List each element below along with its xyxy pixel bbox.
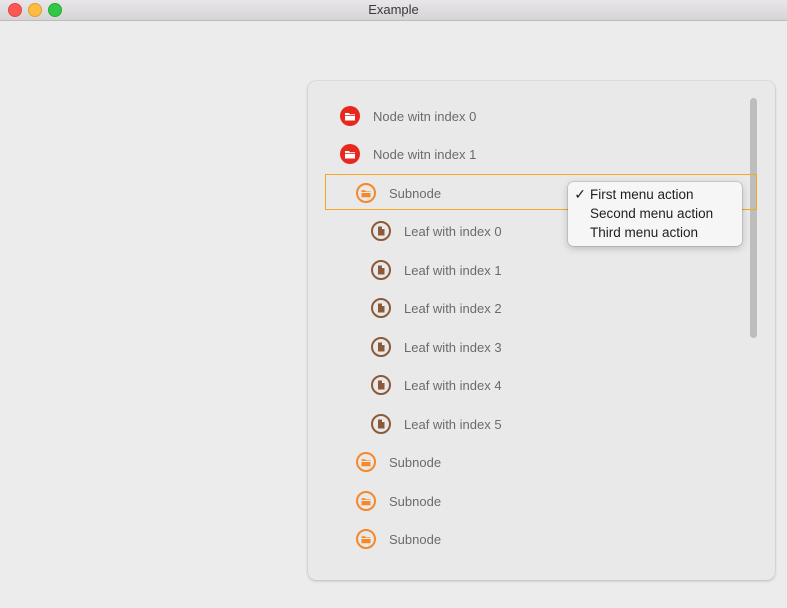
folder-icon — [340, 106, 360, 126]
tree-row-label: Node witn index 1 — [373, 146, 477, 162]
document-icon — [371, 337, 391, 357]
menu-item-label: Third menu action — [590, 225, 699, 240]
checkmark-icon: ✓ — [574, 186, 586, 202]
tree-row-label: Leaf with index 3 — [404, 339, 502, 355]
menu-item-label: Second menu action — [590, 206, 714, 221]
tree-row-subnode[interactable]: Subnode — [356, 443, 441, 481]
menu-item-first-action[interactable]: ✓ First menu action — [568, 185, 742, 204]
folder-icon — [356, 529, 376, 549]
vertical-scrollbar[interactable] — [750, 98, 757, 338]
title-bar: Example — [0, 0, 787, 21]
document-icon — [371, 375, 391, 395]
window-title: Example — [368, 2, 419, 17]
menu-item-third-action[interactable]: Third menu action — [568, 223, 742, 242]
tree-row-label: Subnode — [389, 185, 442, 201]
folder-icon — [356, 491, 376, 511]
tree-row-leaf-3[interactable]: Leaf with index 3 — [371, 328, 502, 366]
tree-row-node-1[interactable]: Node witn index 1 — [340, 135, 476, 173]
tree-row-leaf-4[interactable]: Leaf with index 4 — [371, 366, 502, 404]
tree-row-subnode[interactable]: Subnode — [356, 482, 441, 520]
tree-row-label: Node witn index 0 — [373, 108, 477, 124]
context-menu: ✓ First menu action Second menu action T… — [568, 182, 742, 246]
tree-row-leaf-5[interactable]: Leaf with index 5 — [371, 405, 502, 443]
folder-icon — [356, 452, 376, 472]
tree-row-label: Subnode — [389, 454, 442, 470]
tree-row-label: Leaf with index 5 — [404, 416, 502, 432]
tree-row-leaf-1[interactable]: Leaf with index 1 — [371, 251, 502, 289]
folder-icon — [356, 183, 376, 203]
document-icon — [371, 414, 391, 434]
tree-row-label: Subnode — [389, 531, 442, 547]
folder-icon — [340, 144, 360, 164]
tree-row-label: Leaf with index 1 — [404, 262, 502, 278]
menu-item-second-action[interactable]: Second menu action — [568, 204, 742, 223]
tree-row-label: Subnode — [389, 493, 442, 509]
tree-row-leaf-0[interactable]: Leaf with index 0 — [371, 212, 502, 250]
document-icon — [371, 260, 391, 280]
document-icon — [371, 221, 391, 241]
document-icon — [371, 298, 391, 318]
tree-row-label: Leaf with index 0 — [404, 223, 502, 239]
tree-row-node-0[interactable]: Node witn index 0 — [340, 97, 476, 135]
tree-row-subnode-selected[interactable]: Subnode — [356, 174, 441, 212]
tree-row-subnode[interactable]: Subnode — [356, 520, 441, 558]
tree-row-label: Leaf with index 2 — [404, 300, 502, 316]
tree-row-leaf-2[interactable]: Leaf with index 2 — [371, 289, 502, 327]
tree-row-label: Leaf with index 4 — [404, 377, 502, 393]
menu-item-label: First menu action — [590, 187, 694, 202]
